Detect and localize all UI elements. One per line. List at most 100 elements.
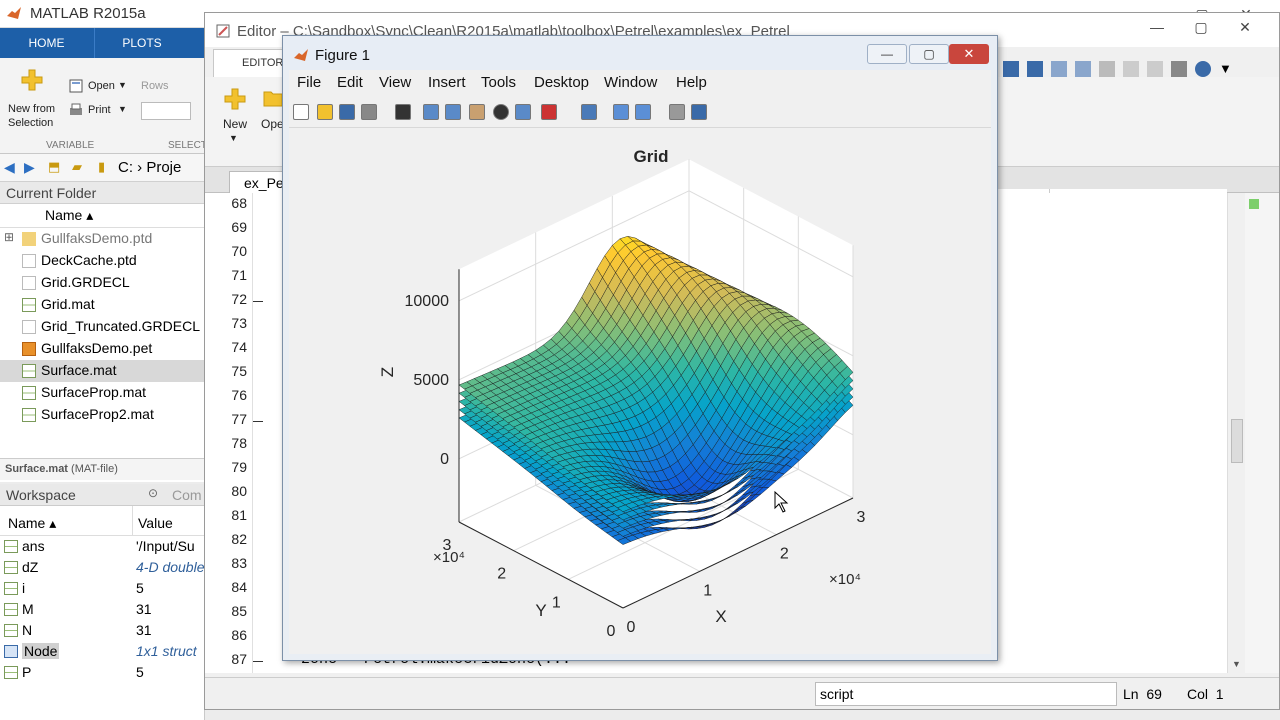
variable-name: ans	[22, 538, 45, 554]
panel-menu-icon[interactable]: ⊙	[148, 486, 158, 500]
code-analyzer-icon[interactable]	[1249, 199, 1259, 209]
matrix-variable-icon	[4, 624, 18, 637]
workspace-variable-row[interactable]: N 31	[0, 620, 204, 641]
close-icon[interactable]: ✕	[949, 44, 989, 64]
new-file-icon[interactable]	[223, 87, 247, 111]
menu-edit[interactable]: Edit	[337, 74, 363, 91]
ws-name-column-header[interactable]: Name ▴	[8, 515, 56, 532]
link-icon[interactable]	[581, 104, 597, 120]
breakpoint-dash[interactable]	[253, 301, 263, 302]
current-path[interactable]: C: › Proje	[118, 159, 181, 176]
open-variable-button[interactable]: Open	[88, 80, 115, 92]
tab-plots[interactable]: PLOTS	[94, 28, 189, 58]
up-folder-icon[interactable]: ⬒	[48, 159, 60, 175]
workspace-variable-row[interactable]: Node 1x1 struct	[0, 641, 204, 662]
file-row[interactable]: Grid_Truncated.GRDECL	[0, 316, 204, 338]
minimize-icon[interactable]: —	[1135, 13, 1179, 41]
print-button[interactable]: Print	[88, 104, 111, 116]
close-icon[interactable]: ✕	[1223, 13, 1267, 41]
rows-input[interactable]	[141, 102, 191, 120]
copy-icon[interactable]	[1075, 61, 1091, 77]
new-from-selection-button[interactable]: New from Selection	[8, 102, 60, 130]
datacursor-icon[interactable]	[515, 104, 531, 120]
pan-icon[interactable]	[469, 104, 485, 120]
line-number: 81	[231, 507, 247, 523]
maximize-icon[interactable]: ▢	[1179, 13, 1223, 41]
file-row[interactable]: Grid.GRDECL	[0, 272, 204, 294]
file-row[interactable]: SurfaceProp2.mat	[0, 404, 204, 426]
expand-icon[interactable]: ⊞	[4, 230, 14, 244]
minimize-icon[interactable]: —	[867, 44, 907, 64]
hide-plot-tools-icon[interactable]	[669, 104, 685, 120]
ws-value-column-header[interactable]: Value	[138, 515, 173, 531]
breakpoint-dash[interactable]	[253, 661, 263, 662]
workspace-variable-row[interactable]: dZ 4-D double	[0, 557, 205, 578]
undo-icon[interactable]	[1123, 61, 1139, 77]
file-row[interactable]: ⊞ GullfaksDemo.ptd	[0, 228, 204, 250]
cut-icon[interactable]	[1051, 61, 1067, 77]
new-figure-icon[interactable]	[293, 104, 309, 120]
zoom-in-icon[interactable]	[423, 104, 439, 120]
name-column-header[interactable]: Name ▴	[45, 207, 93, 224]
menu-view[interactable]: View	[379, 74, 411, 91]
file-row[interactable]: GullfaksDemo.pet	[0, 338, 204, 360]
print-icon[interactable]	[361, 104, 377, 120]
brush-icon[interactable]	[541, 104, 557, 120]
line-number-gutter: 68 69 70 71 72 73 74 75 76 77 78 79 80 81 82 83 84 85 86 87	[205, 193, 263, 673]
browse-folder-icon[interactable]: ▰	[72, 159, 82, 175]
menu-desktop[interactable]: Desktop	[534, 74, 589, 91]
chevron-down-icon[interactable]: ▼	[229, 133, 238, 143]
colorbar-icon[interactable]	[613, 104, 629, 120]
new-button[interactable]: New	[223, 117, 247, 131]
grid-surface-plot[interactable]: 012301230500010000GridXYZ×10⁴×10⁴	[289, 128, 991, 654]
scroll-thumb[interactable]	[1231, 419, 1243, 463]
vertical-scrollbar[interactable]: ▼	[1227, 193, 1245, 673]
current-folder-title: Current Folder	[0, 182, 204, 204]
line-number: 86	[231, 627, 247, 643]
legend-icon[interactable]	[635, 104, 651, 120]
chevron-down-icon[interactable]: ▼	[1219, 61, 1235, 77]
file-row[interactable]: Surface.mat	[0, 360, 204, 382]
workspace-variable-row[interactable]: P5	[0, 662, 204, 683]
ln-label: Ln	[1123, 686, 1139, 702]
file-row[interactable]: Grid.mat	[0, 294, 204, 316]
workspace-variable-row[interactable]: M 31	[0, 599, 204, 620]
menu-tools[interactable]: Tools	[481, 74, 516, 91]
show-plot-tools-icon[interactable]	[691, 104, 707, 120]
save-icon[interactable]	[339, 104, 355, 120]
workspace-variable-row[interactable]: ans '/Input/Su	[0, 536, 204, 557]
redo-icon[interactable]	[1147, 61, 1163, 77]
command-window-tab[interactable]: Com	[172, 487, 202, 503]
menu-file[interactable]: File	[297, 74, 321, 91]
file-row[interactable]: DeckCache.ptd	[0, 250, 204, 272]
breakpoint-dash[interactable]	[253, 421, 263, 422]
save-all-icon[interactable]	[1027, 61, 1043, 77]
variable-value: 31	[136, 601, 152, 617]
chevron-down-icon[interactable]: ▼	[118, 104, 127, 114]
menu-window[interactable]: Window	[604, 74, 657, 91]
open-file-icon[interactable]	[263, 89, 283, 107]
chevron-down-icon[interactable]: ▼	[118, 80, 127, 90]
save-icon[interactable]	[1003, 61, 1019, 77]
scroll-down-icon[interactable]: ▼	[1232, 659, 1241, 669]
tab-home[interactable]: HOME	[0, 28, 93, 58]
maximize-icon[interactable]: ▢	[909, 44, 949, 64]
menu-insert[interactable]: Insert	[428, 74, 466, 91]
paste-icon[interactable]	[1099, 61, 1115, 77]
forward-icon[interactable]: ▶	[24, 159, 35, 176]
workspace-variable-row[interactable]: i5	[0, 578, 204, 599]
open-icon[interactable]	[317, 104, 333, 120]
back-icon[interactable]: ◀	[4, 159, 15, 176]
help-icon[interactable]	[1195, 61, 1211, 77]
rotate-icon[interactable]	[493, 104, 509, 120]
tab-editor[interactable]: EDITOR	[213, 49, 293, 77]
switch-windows-icon[interactable]	[1171, 61, 1187, 77]
new-variable-icon[interactable]	[20, 68, 44, 92]
figure-canvas[interactable]: 0 1 2 3 0 1 2 3 0 5000 10000 Grid X Y Z ×10⁴ ×10⁴	[289, 128, 991, 654]
workspace-title[interactable]: Workspace	[6, 487, 76, 503]
menu-help[interactable]: Help	[676, 74, 707, 91]
pointer-icon[interactable]	[395, 104, 411, 120]
open-button[interactable]: Ope	[261, 117, 284, 131]
zoom-out-icon[interactable]	[445, 104, 461, 120]
file-row[interactable]: SurfaceProp.mat	[0, 382, 204, 404]
